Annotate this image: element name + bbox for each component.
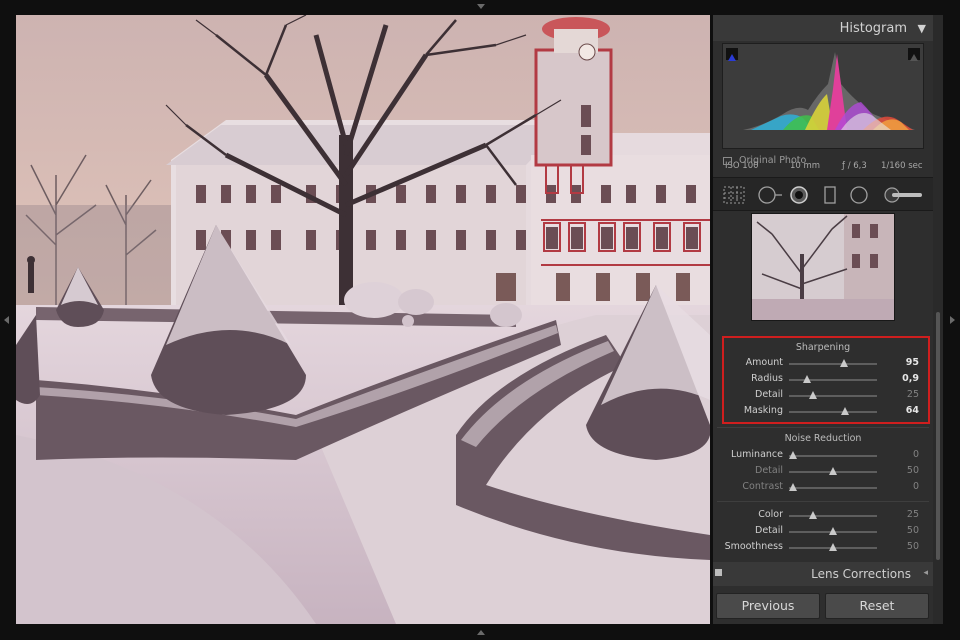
collapse-left-icon[interactable]: ◂	[923, 568, 928, 578]
slider-thumb[interactable]	[808, 391, 817, 399]
slider-thumb[interactable]	[789, 451, 798, 459]
slider-thumb[interactable]	[802, 375, 811, 383]
histogram-graph	[743, 52, 915, 130]
histogram-title: Histogram	[839, 21, 907, 36]
slider-label: Luminance	[731, 449, 783, 460]
adjustment-brush-icon[interactable]	[883, 186, 925, 204]
slider-value[interactable]: 0	[893, 449, 919, 460]
slider-track[interactable]	[789, 395, 877, 397]
shutter-readout: 1/160 sec	[881, 161, 923, 171]
lens-corrections-header[interactable]: Lens Corrections ◂	[713, 562, 933, 586]
slider-thumb[interactable]	[829, 543, 837, 551]
radial-filter-icon[interactable]	[849, 186, 869, 204]
histogram-header[interactable]: Histogram ▼	[713, 15, 933, 41]
slider-track[interactable]	[789, 411, 877, 413]
slider-label: Amount	[745, 357, 783, 368]
slider-label: Masking	[743, 405, 783, 416]
original-photo-checkbox[interactable]	[723, 157, 732, 165]
photo-preview	[16, 15, 710, 624]
lens-corrections-toggle[interactable]	[715, 569, 722, 576]
section-divider	[717, 427, 929, 428]
aperture-readout: ƒ / 6,3	[842, 161, 867, 171]
slider-thumb[interactable]	[829, 467, 837, 475]
slider-label: Detail	[755, 389, 783, 400]
slider-thumb[interactable]	[840, 359, 849, 367]
slider-thumb[interactable]	[808, 511, 817, 519]
slider-label: Contrast	[742, 481, 783, 492]
original-photo-label: Original Photo	[739, 155, 807, 166]
triangle-down-icon[interactable]: ▼	[918, 22, 926, 35]
slider-track[interactable]	[789, 515, 877, 517]
reset-button[interactable]: Reset	[825, 593, 929, 619]
slider-label: Color	[758, 509, 783, 520]
detail-zoom-preview	[752, 214, 894, 320]
develop-panel: Histogram ▼ ISO 100 10 mm ƒ / 6,3 1/160 …	[713, 15, 933, 624]
grid-overlay-icon[interactable]	[723, 186, 745, 204]
slider-label: Detail	[755, 525, 783, 536]
bottom-panel-toggle-icon[interactable]	[477, 630, 485, 635]
slider-value[interactable]: 25	[893, 389, 919, 400]
graduated-filter-icon[interactable]	[823, 186, 837, 204]
section-divider	[717, 501, 929, 502]
slider-value[interactable]: 0	[893, 481, 919, 492]
spot-removal-icon[interactable]	[789, 186, 809, 204]
slider-value[interactable]: 95	[893, 357, 919, 368]
detail-preview-thumbnail[interactable]	[751, 213, 895, 321]
slider-thumb[interactable]	[841, 407, 850, 415]
slider-track[interactable]	[789, 455, 877, 457]
slider-thumb[interactable]	[789, 483, 798, 491]
sharpening-title: Sharpening	[795, 342, 851, 353]
slider-value[interactable]: 25	[893, 509, 919, 520]
top-panel-toggle-icon[interactable]	[477, 4, 485, 9]
slider-value[interactable]: 50	[893, 525, 919, 536]
winter-castle-photo	[16, 15, 710, 624]
crop-tool-icon[interactable]	[757, 186, 783, 204]
previous-button[interactable]: Previous	[716, 593, 820, 619]
slider-value[interactable]: 50	[893, 465, 919, 476]
slider-thumb[interactable]	[829, 527, 837, 535]
slider-label: Radius	[751, 373, 783, 384]
panel-scrollbar-thumb[interactable]	[936, 312, 940, 560]
slider-label: Smoothness	[724, 541, 783, 552]
histogram[interactable]: ISO 100 10 mm ƒ / 6,3 1/160 sec	[722, 43, 924, 171]
left-panel-toggle-icon[interactable]	[4, 316, 9, 324]
slider-track[interactable]	[789, 363, 877, 365]
slider-value[interactable]: 50	[893, 541, 919, 552]
lens-corrections-title: Lens Corrections	[811, 567, 911, 581]
slider-track[interactable]	[789, 487, 877, 489]
noise-reduction-title: Noise Reduction	[784, 433, 862, 444]
tool-strip	[713, 177, 933, 211]
slider-label: Detail	[755, 465, 783, 476]
right-panel-toggle-icon[interactable]	[950, 316, 955, 324]
slider-value[interactable]: 0,9	[893, 373, 919, 384]
slider-value[interactable]: 64	[893, 405, 919, 416]
